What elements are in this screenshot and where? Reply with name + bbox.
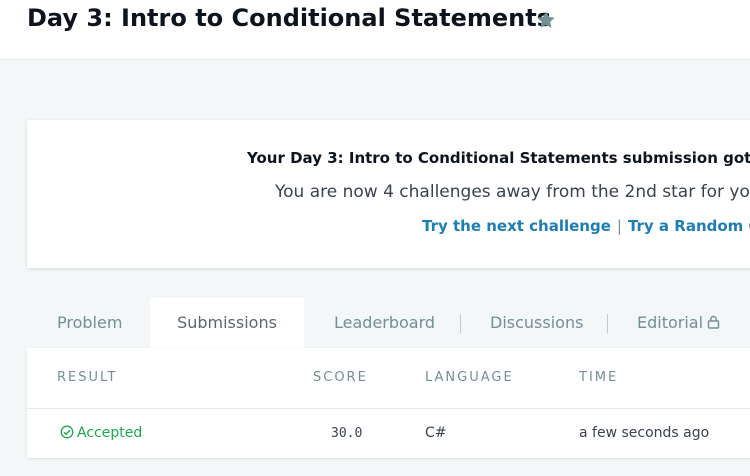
score-cell: 30.0 <box>331 426 363 441</box>
check-circle-icon <box>60 425 74 439</box>
banner-headline: Your Day 3: Intro to Conditional Stateme… <box>247 149 750 167</box>
tab-editorial[interactable]: Editorial <box>637 298 720 348</box>
table-row[interactable]: Accepted 30.0 C# a few seconds ago <box>27 408 750 458</box>
page-title: Day 3: Intro to Conditional Statements <box>27 4 551 32</box>
tab-leaderboard[interactable]: Leaderboard <box>334 298 435 348</box>
result-cell[interactable]: Accepted <box>60 425 142 441</box>
lock-icon <box>707 315 720 329</box>
tab-problem[interactable]: Problem <box>57 298 122 348</box>
page-header: Day 3: Intro to Conditional Statements <box>0 0 750 60</box>
banner-progress-text: You are now 4 challenges away from the 2… <box>275 182 750 202</box>
submission-result-banner: Your Day 3: Intro to Conditional Stateme… <box>27 120 750 268</box>
try-next-challenge-link[interactable]: Try the next challenge <box>422 217 611 235</box>
submissions-table: RESULT SCORE LANGUAGE TIME Accepted 30.0… <box>27 348 750 458</box>
tab-divider <box>460 314 461 333</box>
column-header-score: SCORE <box>313 370 368 385</box>
tab-discussions[interactable]: Discussions <box>490 298 583 348</box>
result-status: Accepted <box>77 425 143 441</box>
language-cell: C# <box>425 425 447 441</box>
tab-editorial-label: Editorial <box>637 313 704 332</box>
column-header-time: TIME <box>579 370 619 385</box>
time-cell: a few seconds ago <box>579 425 710 441</box>
banner-links: Try the next challenge | Try a Random Ch <box>422 217 750 235</box>
challenge-tabs: Problem Submissions Leaderboard Discussi… <box>27 298 750 348</box>
star-icon[interactable] <box>535 9 557 31</box>
link-separator: | <box>616 217 622 235</box>
column-header-result: RESULT <box>57 370 118 385</box>
tab-divider <box>607 314 608 333</box>
tab-submissions[interactable]: Submissions <box>150 298 304 348</box>
column-header-language: LANGUAGE <box>425 370 514 385</box>
try-random-challenge-link[interactable]: Try a Random Ch <box>628 217 750 235</box>
